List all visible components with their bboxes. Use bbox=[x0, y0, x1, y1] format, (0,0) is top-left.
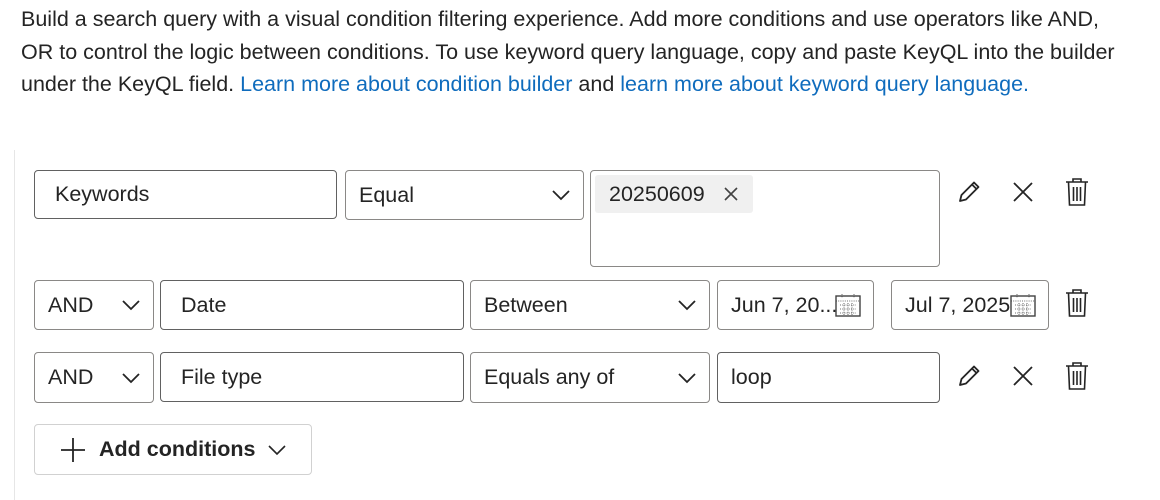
condition-2-logic-label: AND bbox=[48, 292, 94, 317]
condition-2-operator-dropdown[interactable]: Between bbox=[470, 280, 710, 330]
chevron-down-icon bbox=[678, 300, 696, 311]
condition-3-field-label: File type bbox=[181, 364, 263, 389]
condition-3-field[interactable]: File type bbox=[160, 352, 464, 402]
add-conditions-label: Add conditions bbox=[99, 437, 256, 461]
condition-3-delete-button[interactable] bbox=[1060, 359, 1094, 393]
calendar-icon bbox=[1010, 294, 1036, 317]
add-conditions-button[interactable]: Add conditions bbox=[34, 424, 312, 475]
close-icon bbox=[1013, 182, 1033, 202]
condition-2-field-label: Date bbox=[181, 292, 227, 317]
trash-icon bbox=[1066, 362, 1088, 390]
condition-builder-link[interactable]: Learn more about condition builder bbox=[240, 72, 572, 96]
calendar-icon bbox=[835, 294, 861, 317]
tag-remove-icon[interactable] bbox=[723, 186, 739, 202]
start-date-value: Jun 7, 20... bbox=[731, 292, 838, 317]
end-date-picker[interactable]: Jul 7, 2025 bbox=[891, 280, 1049, 330]
pencil-icon bbox=[959, 365, 980, 386]
intro-text: Build a search query with a visual condi… bbox=[21, 3, 1136, 101]
condition-1-operator-label: Equal bbox=[359, 182, 414, 207]
condition-3-logic-dropdown[interactable]: AND bbox=[34, 352, 154, 403]
intro-joiner: and bbox=[578, 72, 615, 96]
condition-1-field-label: Keywords bbox=[55, 182, 150, 206]
condition-3-clear-button[interactable] bbox=[1006, 359, 1040, 393]
plus-icon bbox=[61, 437, 85, 462]
condition-1-clear-button[interactable] bbox=[1006, 175, 1040, 209]
trash-icon bbox=[1066, 289, 1088, 317]
chevron-down-icon bbox=[552, 190, 570, 201]
pencil-icon bbox=[959, 181, 980, 202]
condition-3-value-input[interactable]: loop bbox=[717, 352, 940, 403]
condition-3-operator-label: Equals any of bbox=[484, 365, 615, 389]
condition-2-operator-label: Between bbox=[484, 292, 568, 317]
condition-2-logic-dropdown[interactable]: AND bbox=[34, 280, 154, 330]
start-date-picker[interactable]: Jun 7, 20... bbox=[717, 280, 874, 330]
value-tag-label: 20250609 bbox=[609, 181, 705, 206]
trash-icon bbox=[1066, 178, 1088, 206]
condition-1-delete-button[interactable] bbox=[1060, 175, 1094, 209]
keyql-link[interactable]: learn more about keyword query language. bbox=[620, 72, 1029, 96]
chevron-down-icon bbox=[268, 444, 287, 455]
condition-1-operator-dropdown[interactable]: Equal bbox=[345, 170, 584, 220]
condition-3-value-text: loop bbox=[731, 365, 772, 389]
condition-3-operator-dropdown[interactable]: Equals any of bbox=[470, 352, 710, 403]
chevron-down-icon bbox=[122, 300, 140, 311]
chevron-down-icon bbox=[678, 372, 696, 383]
condition-3-logic-label: AND bbox=[48, 365, 94, 389]
close-icon bbox=[1013, 366, 1033, 386]
condition-2-field[interactable]: Date bbox=[160, 280, 464, 330]
value-tag: 20250609 bbox=[595, 175, 753, 213]
condition-3-edit-button[interactable] bbox=[952, 359, 986, 393]
condition-2-delete-button[interactable] bbox=[1060, 286, 1094, 320]
builder-divider bbox=[14, 150, 15, 500]
end-date-value: Jul 7, 2025 bbox=[905, 292, 1011, 317]
condition-1-edit-button[interactable] bbox=[952, 175, 986, 209]
chevron-down-icon bbox=[122, 372, 140, 383]
condition-1-field[interactable]: Keywords bbox=[34, 170, 337, 219]
condition-1-value-box[interactable]: 20250609 bbox=[590, 170, 940, 267]
